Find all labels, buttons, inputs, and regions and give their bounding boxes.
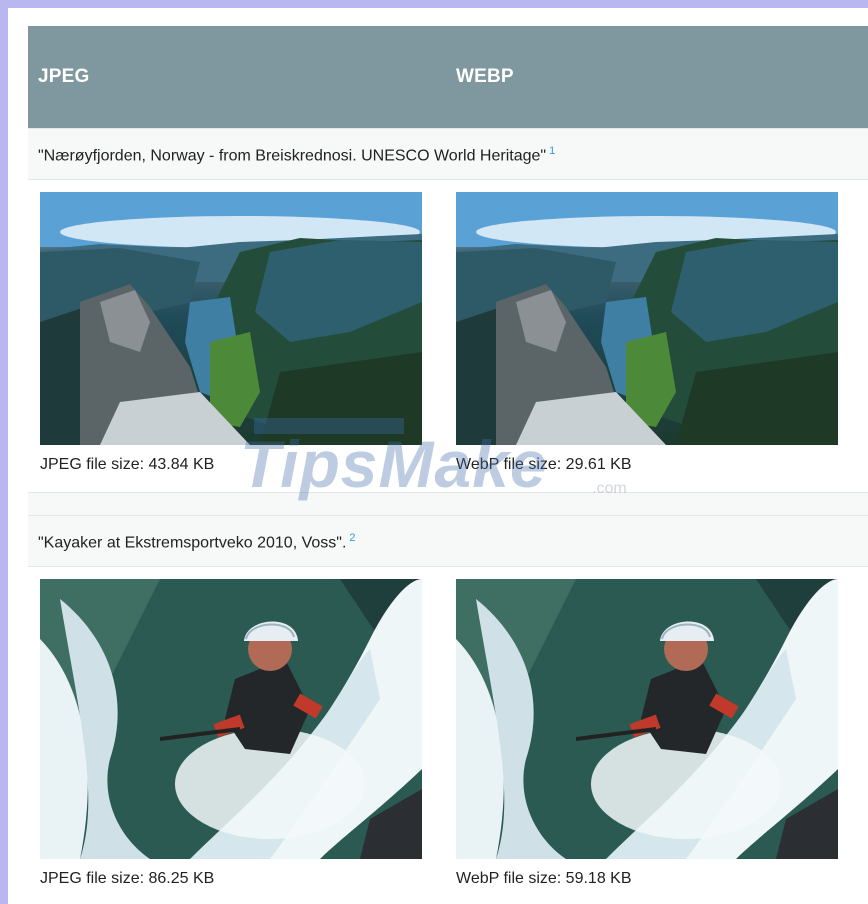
caption-label: "Nærøyfjorden, Norway - from Breiskredno… xyxy=(38,147,547,165)
caption-text: "Nærøyfjorden, Norway - from Breiskredno… xyxy=(38,145,555,165)
kayak-scene xyxy=(40,579,422,859)
fjord-jpeg-image xyxy=(40,192,422,445)
kayak-scene xyxy=(456,579,838,859)
jpeg-cell: JPEG file size: 43.84 KB xyxy=(40,192,422,474)
jpeg-cell: JPEG file size: 86.25 KB xyxy=(40,579,422,888)
image-row-1: JPEG file size: 43.84 KB WebP file size:… xyxy=(28,180,868,492)
kayak-jpeg-image xyxy=(40,579,422,859)
row-divider xyxy=(28,492,868,515)
webp-cell: WebP file size: 59.18 KB xyxy=(456,579,838,888)
kayak-webp-image xyxy=(456,579,838,859)
page: JPEG WEBP "Nærøyfjorden, Norway - from B… xyxy=(8,8,868,904)
header-jpeg: JPEG xyxy=(38,66,90,87)
caption-row-2: "Kayaker at Ekstremsportveko 2010, Voss"… xyxy=(28,515,868,567)
webp-size-label: WebP file size: 59.18 KB xyxy=(456,870,632,887)
fjord-webp-image xyxy=(456,192,838,445)
jpeg-size-label: JPEG file size: 43.84 KB xyxy=(40,456,215,473)
fjord-scene xyxy=(40,192,422,445)
jpeg-size-label: JPEG file size: 86.25 KB xyxy=(40,870,215,887)
table-header: JPEG WEBP xyxy=(28,26,868,128)
caption-label: "Kayaker at Ekstremsportveko 2010, Voss"… xyxy=(38,534,347,552)
caption-text: "Kayaker at Ekstremsportveko 2010, Voss"… xyxy=(38,532,356,552)
image-row-2: JPEG file size: 86.25 KB WebP file size:… xyxy=(28,567,868,904)
webp-size-label: WebP file size: 29.61 KB xyxy=(456,456,632,473)
caption-row-1: "Nærøyfjorden, Norway - from Breiskredno… xyxy=(28,128,868,180)
header-webp: WEBP xyxy=(456,66,514,87)
comparison-table: JPEG WEBP "Nærøyfjorden, Norway - from B… xyxy=(28,26,868,904)
webp-cell: WebP file size: 29.61 KB xyxy=(456,192,838,474)
footnote-link[interactable]: 1 xyxy=(549,145,555,157)
fjord-scene xyxy=(456,192,838,445)
footnote-link[interactable]: 2 xyxy=(349,532,355,544)
